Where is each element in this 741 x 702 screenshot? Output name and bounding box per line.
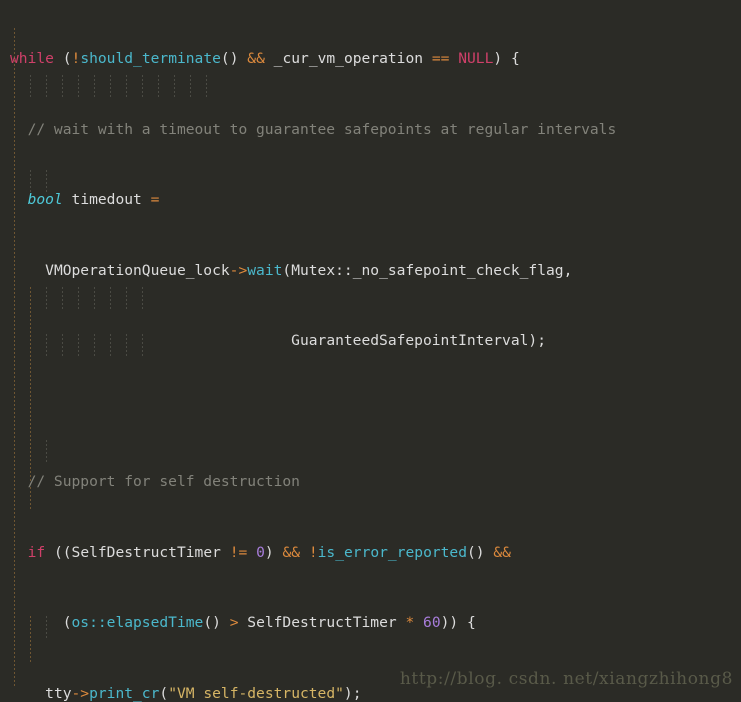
code-line[interactable]: VMOperationQueue_lock->wait(Mutex::_no_s… (0, 259, 741, 283)
code-line[interactable]: GuaranteedSafepointInterval); (0, 329, 741, 353)
watermark-url: http://blog. csdn. net/xiangzhihong8 (399, 669, 733, 689)
code-line[interactable]: bool timedout = (0, 188, 741, 212)
code-line[interactable]: // Support for self destruction (0, 470, 741, 494)
code-line[interactable]: while (!should_terminate() && _cur_vm_op… (0, 47, 741, 71)
source-code[interactable]: while (!should_terminate() && _cur_vm_op… (0, 0, 741, 702)
code-editor-view[interactable]: while (!should_terminate() && _cur_vm_op… (0, 0, 741, 702)
code-line[interactable]: // wait with a timeout to guarantee safe… (0, 118, 741, 142)
code-line[interactable]: (os::elapsedTime() > SelfDestructTimer *… (0, 611, 741, 635)
code-line[interactable]: if ((SelfDestructTimer != 0) && !is_erro… (0, 541, 741, 565)
code-line[interactable] (0, 400, 741, 424)
